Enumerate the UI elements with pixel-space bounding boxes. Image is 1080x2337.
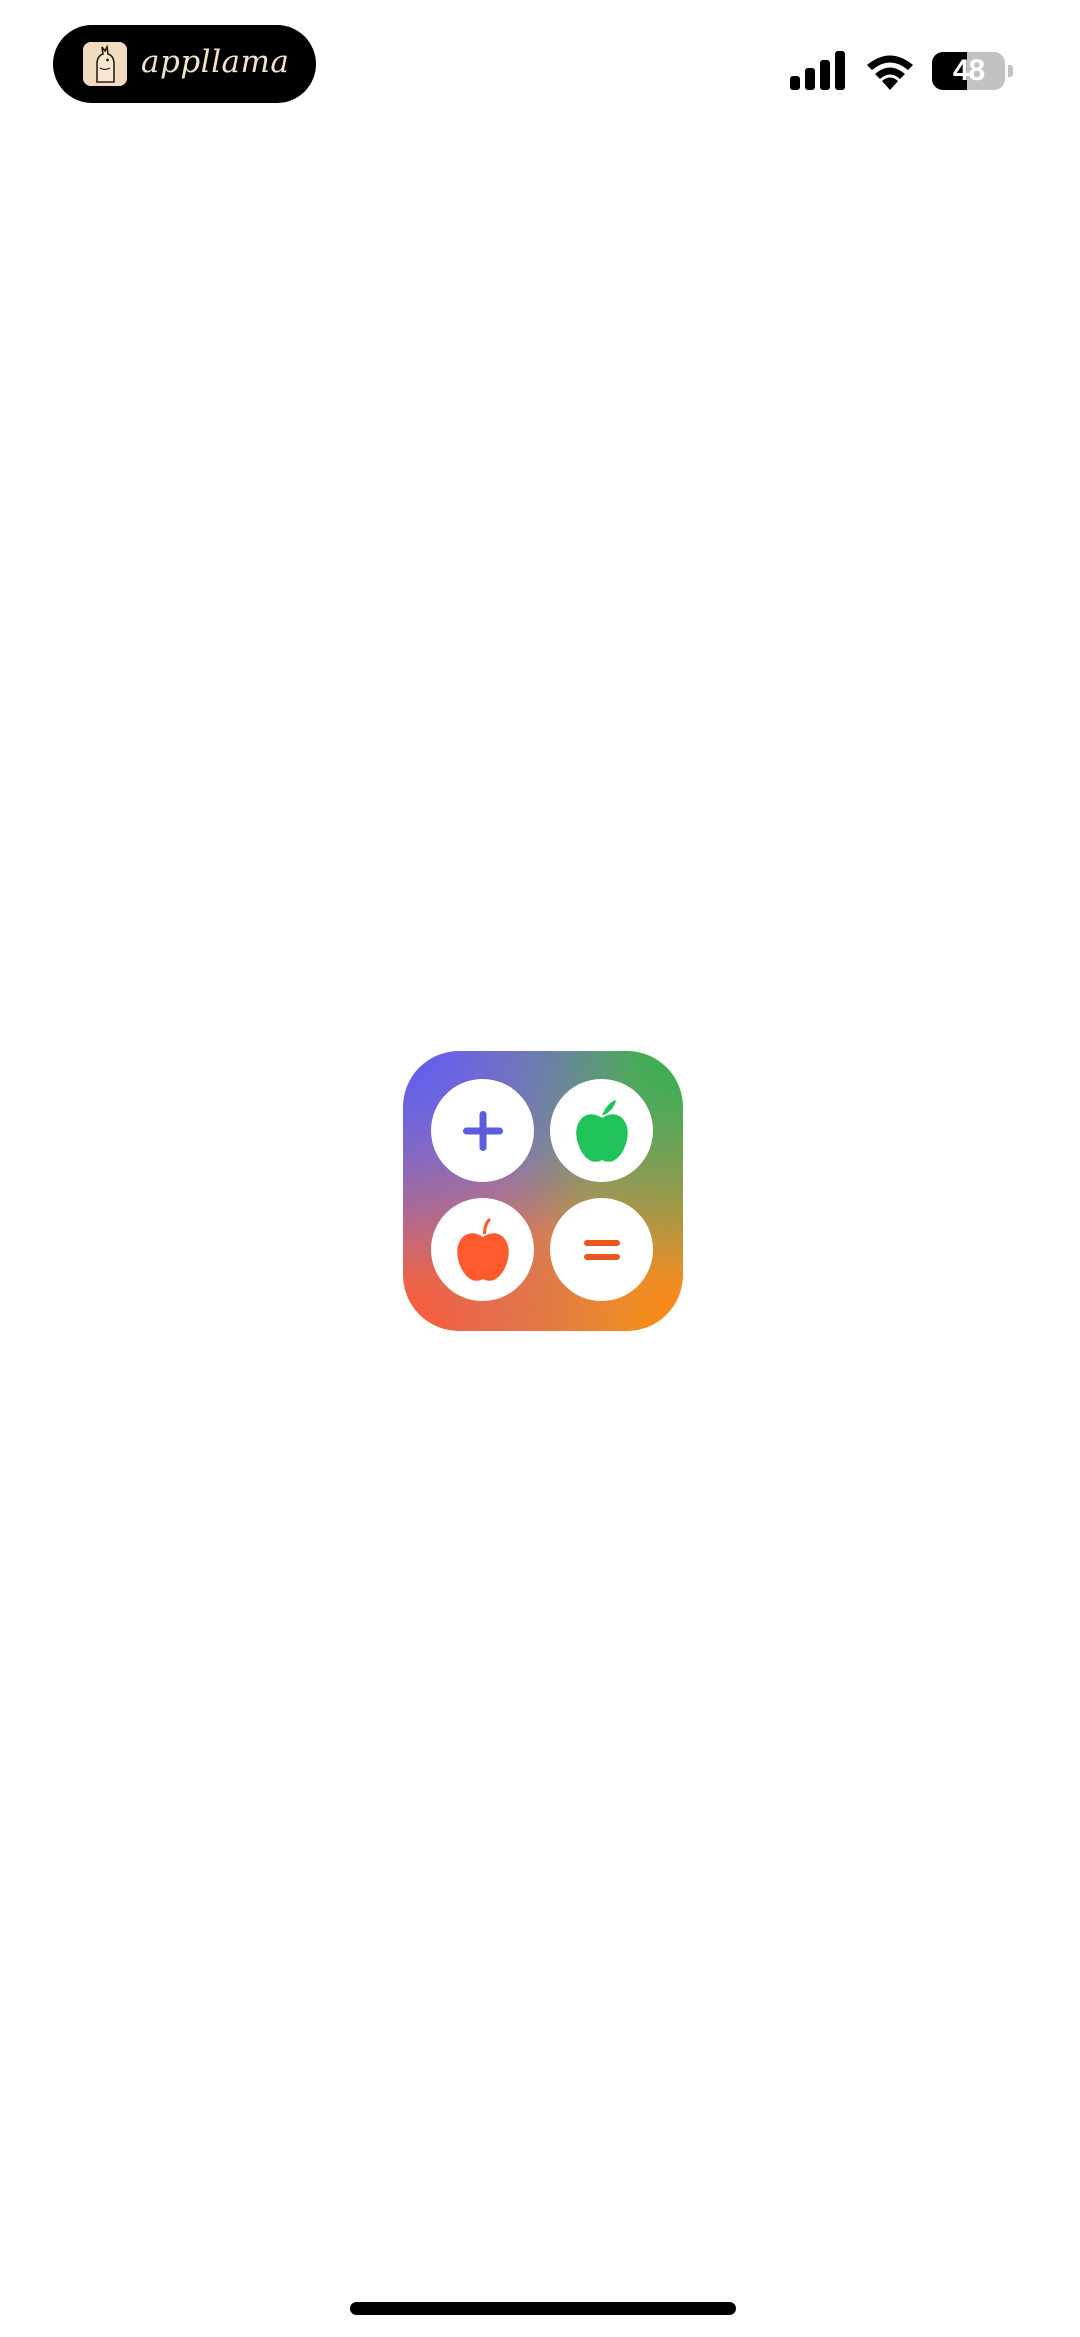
battery-indicator: 48 xyxy=(932,52,1013,90)
battery-body: 48 xyxy=(932,52,1005,90)
cellular-signal-icon xyxy=(790,51,845,90)
battery-percentage: 48 xyxy=(952,54,985,87)
status-bar: appllama 48 xyxy=(0,0,1080,140)
llama-icon xyxy=(83,42,127,86)
home-indicator[interactable] xyxy=(350,2302,736,2315)
brand-name: appllama xyxy=(141,43,290,80)
plus-circle xyxy=(431,1079,534,1182)
battery-cap xyxy=(1008,65,1013,77)
green-apple-circle xyxy=(550,1079,653,1182)
equals-circle xyxy=(550,1198,653,1301)
red-apple-circle xyxy=(431,1198,534,1301)
equals-icon xyxy=(583,1239,620,1260)
apple-icon xyxy=(575,1099,628,1162)
brand-badge: appllama xyxy=(53,25,316,103)
app-icon xyxy=(403,1051,683,1331)
apple-icon xyxy=(456,1217,509,1281)
wifi-icon xyxy=(867,55,913,90)
plus-icon xyxy=(462,1110,503,1151)
